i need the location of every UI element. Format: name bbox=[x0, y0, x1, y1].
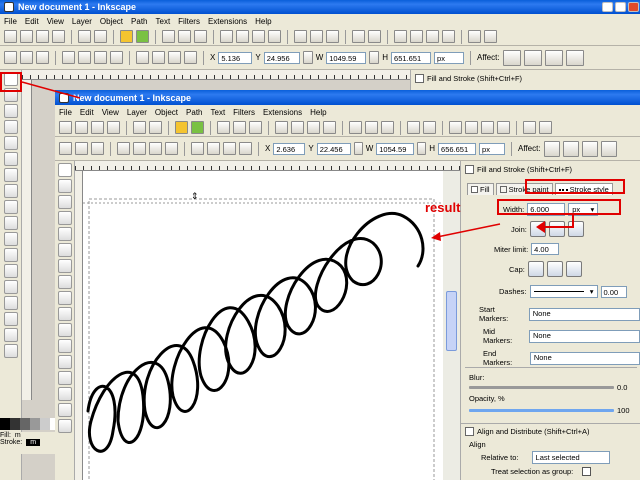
width-arrow-line bbox=[545, 215, 574, 228]
annotation-arrows bbox=[21, 81, 574, 241]
width-arrow-head-icon bbox=[536, 221, 545, 233]
selector-arrow-line bbox=[21, 81, 81, 99]
result-arrow-line bbox=[436, 223, 501, 238]
result-arrow-head-icon bbox=[431, 232, 441, 241]
